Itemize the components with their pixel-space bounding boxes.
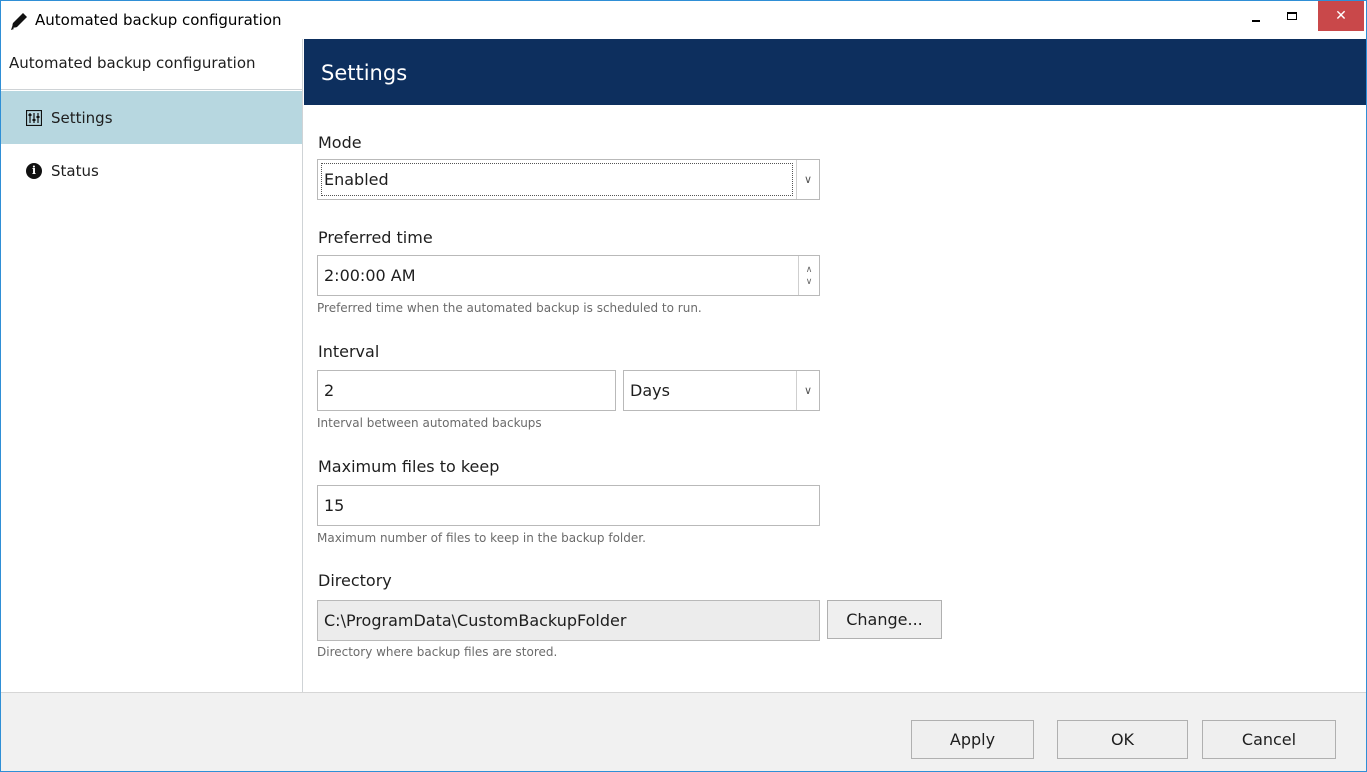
app-window: Automated backup configuration ✕ Automat… bbox=[0, 0, 1367, 772]
sidebar-item-label: Settings bbox=[51, 108, 113, 127]
interval-unit-select[interactable]: Days ∨ bbox=[623, 370, 820, 411]
sidebar-item-label: Status bbox=[51, 161, 99, 180]
apply-button[interactable]: Apply bbox=[911, 720, 1034, 759]
ok-button[interactable]: OK bbox=[1057, 720, 1188, 759]
chevron-down-icon[interactable]: ∨ bbox=[806, 276, 813, 288]
focus-outline bbox=[321, 163, 793, 196]
interval-input[interactable]: 2 bbox=[317, 370, 616, 411]
window-title: Automated backup configuration bbox=[35, 11, 282, 29]
minimize-icon bbox=[1252, 20, 1260, 22]
sliders-icon bbox=[25, 109, 43, 127]
max-files-value: 15 bbox=[324, 496, 345, 515]
mode-select[interactable]: Enabled ∨ bbox=[317, 159, 820, 200]
directory-hint: Directory where backup files are stored. bbox=[317, 645, 558, 659]
minimize-button[interactable] bbox=[1241, 1, 1271, 31]
close-button[interactable]: ✕ bbox=[1318, 1, 1364, 31]
interval-value: 2 bbox=[324, 381, 335, 400]
settings-panel: Settings Mode Enabled ∨ Preferred time 2… bbox=[304, 39, 1366, 692]
sidebar: Automated backup configuration Settings … bbox=[1, 39, 303, 692]
preferred-time-label: Preferred time bbox=[318, 228, 433, 247]
mode-label: Mode bbox=[318, 133, 362, 152]
maximize-icon bbox=[1287, 12, 1297, 20]
chevron-down-icon[interactable]: ∨ bbox=[796, 371, 819, 410]
max-files-label: Maximum files to keep bbox=[318, 457, 500, 476]
time-spinner[interactable]: ∧ ∨ bbox=[798, 256, 819, 295]
interval-unit-value: Days bbox=[630, 381, 670, 400]
cancel-button[interactable]: Cancel bbox=[1202, 720, 1336, 759]
preferred-time-hint: Preferred time when the automated backup… bbox=[317, 301, 702, 315]
chevron-up-icon[interactable]: ∧ bbox=[806, 264, 813, 276]
preferred-time-input[interactable]: 2:00:00 AM ∧ ∨ bbox=[317, 255, 820, 296]
max-files-input[interactable]: 15 bbox=[317, 485, 820, 526]
max-files-hint: Maximum number of files to keep in the b… bbox=[317, 531, 646, 545]
title-bar[interactable]: Automated backup configuration ✕ bbox=[1, 1, 1366, 39]
directory-label: Directory bbox=[318, 571, 392, 590]
chevron-down-icon[interactable]: ∨ bbox=[796, 160, 819, 199]
pencil-icon bbox=[9, 11, 31, 31]
sidebar-item-status[interactable]: i Status bbox=[1, 144, 302, 197]
interval-label: Interval bbox=[318, 342, 380, 361]
maximize-button[interactable] bbox=[1277, 1, 1307, 31]
page-title: Settings bbox=[304, 39, 1366, 105]
directory-field[interactable]: C:\ProgramData\CustomBackupFolder bbox=[317, 600, 820, 641]
sidebar-item-settings[interactable]: Settings bbox=[1, 91, 302, 144]
dialog-footer: Apply OK Cancel bbox=[1, 692, 1366, 771]
info-icon: i bbox=[25, 162, 43, 180]
change-directory-button[interactable]: Change... bbox=[827, 600, 942, 639]
close-icon: ✕ bbox=[1335, 8, 1347, 24]
preferred-time-value: 2:00:00 AM bbox=[324, 266, 416, 285]
directory-value: C:\ProgramData\CustomBackupFolder bbox=[324, 611, 627, 630]
interval-hint: Interval between automated backups bbox=[317, 416, 542, 430]
sidebar-header: Automated backup configuration bbox=[1, 39, 302, 90]
